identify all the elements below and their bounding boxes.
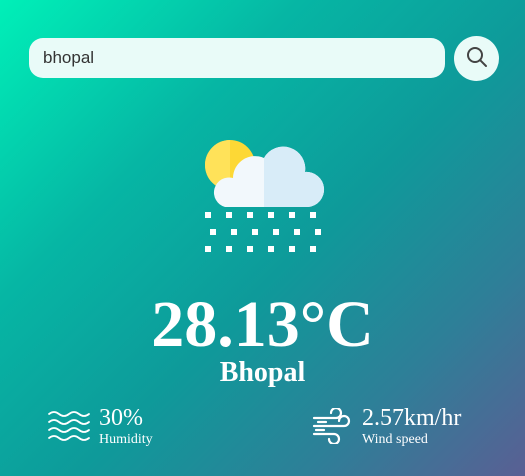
city-name: Bhopal (219, 357, 306, 388)
search-input[interactable] (29, 38, 445, 78)
snow-cloud-sun-icon (200, 135, 330, 265)
search-button[interactable] (454, 36, 499, 81)
humidity-value: 30% (99, 405, 143, 431)
search-icon (465, 45, 489, 72)
temperature-display: 28.13°C (151, 288, 374, 361)
wind-speed-value: 2.57km/hr (362, 405, 462, 431)
wind-speed-label: Wind speed (362, 432, 428, 447)
humidity-waves-icon (47, 408, 91, 444)
humidity-stat: 30% Humidity (47, 404, 153, 448)
humidity-label: Humidity (99, 432, 153, 447)
wind-stat: 2.57km/hr Wind speed (312, 404, 461, 448)
wind-icon (312, 408, 354, 444)
weather-card: 28.13°C Bhopal 30% Humidity (0, 0, 525, 476)
